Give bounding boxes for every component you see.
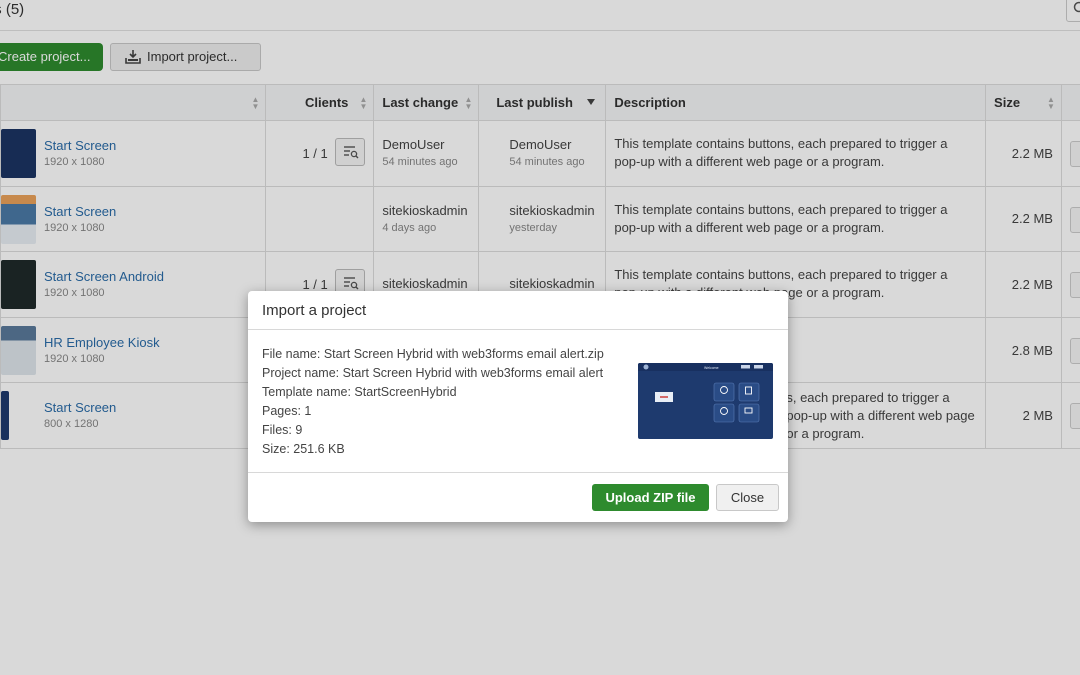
preview-title: Welcome (704, 366, 719, 370)
project-name-text: Project name: Start Screen Hybrid with w… (262, 366, 604, 380)
import-project-dialog: Import a project File name: Start Screen… (248, 291, 788, 522)
dialog-footer-divider (248, 472, 788, 473)
files-text: Files: 9 (262, 423, 303, 437)
dialog-header-divider (248, 329, 788, 330)
project-preview-image: Welcome (638, 363, 773, 439)
pages-text: Pages: 1 (262, 404, 312, 418)
file-name-text: File name: Start Screen Hybrid with web3… (262, 347, 604, 361)
import-details: File name: Start Screen Hybrid with web3… (262, 345, 604, 459)
upload-zip-button[interactable]: Upload ZIP file (592, 484, 709, 511)
template-name-text: Template name: StartScreenHybrid (262, 385, 457, 399)
close-button[interactable]: Close (716, 484, 779, 511)
preview-graphic: Welcome (638, 363, 773, 423)
dialog-title: Import a project (262, 302, 367, 319)
size-text: Size: 251.6 KB (262, 442, 345, 456)
